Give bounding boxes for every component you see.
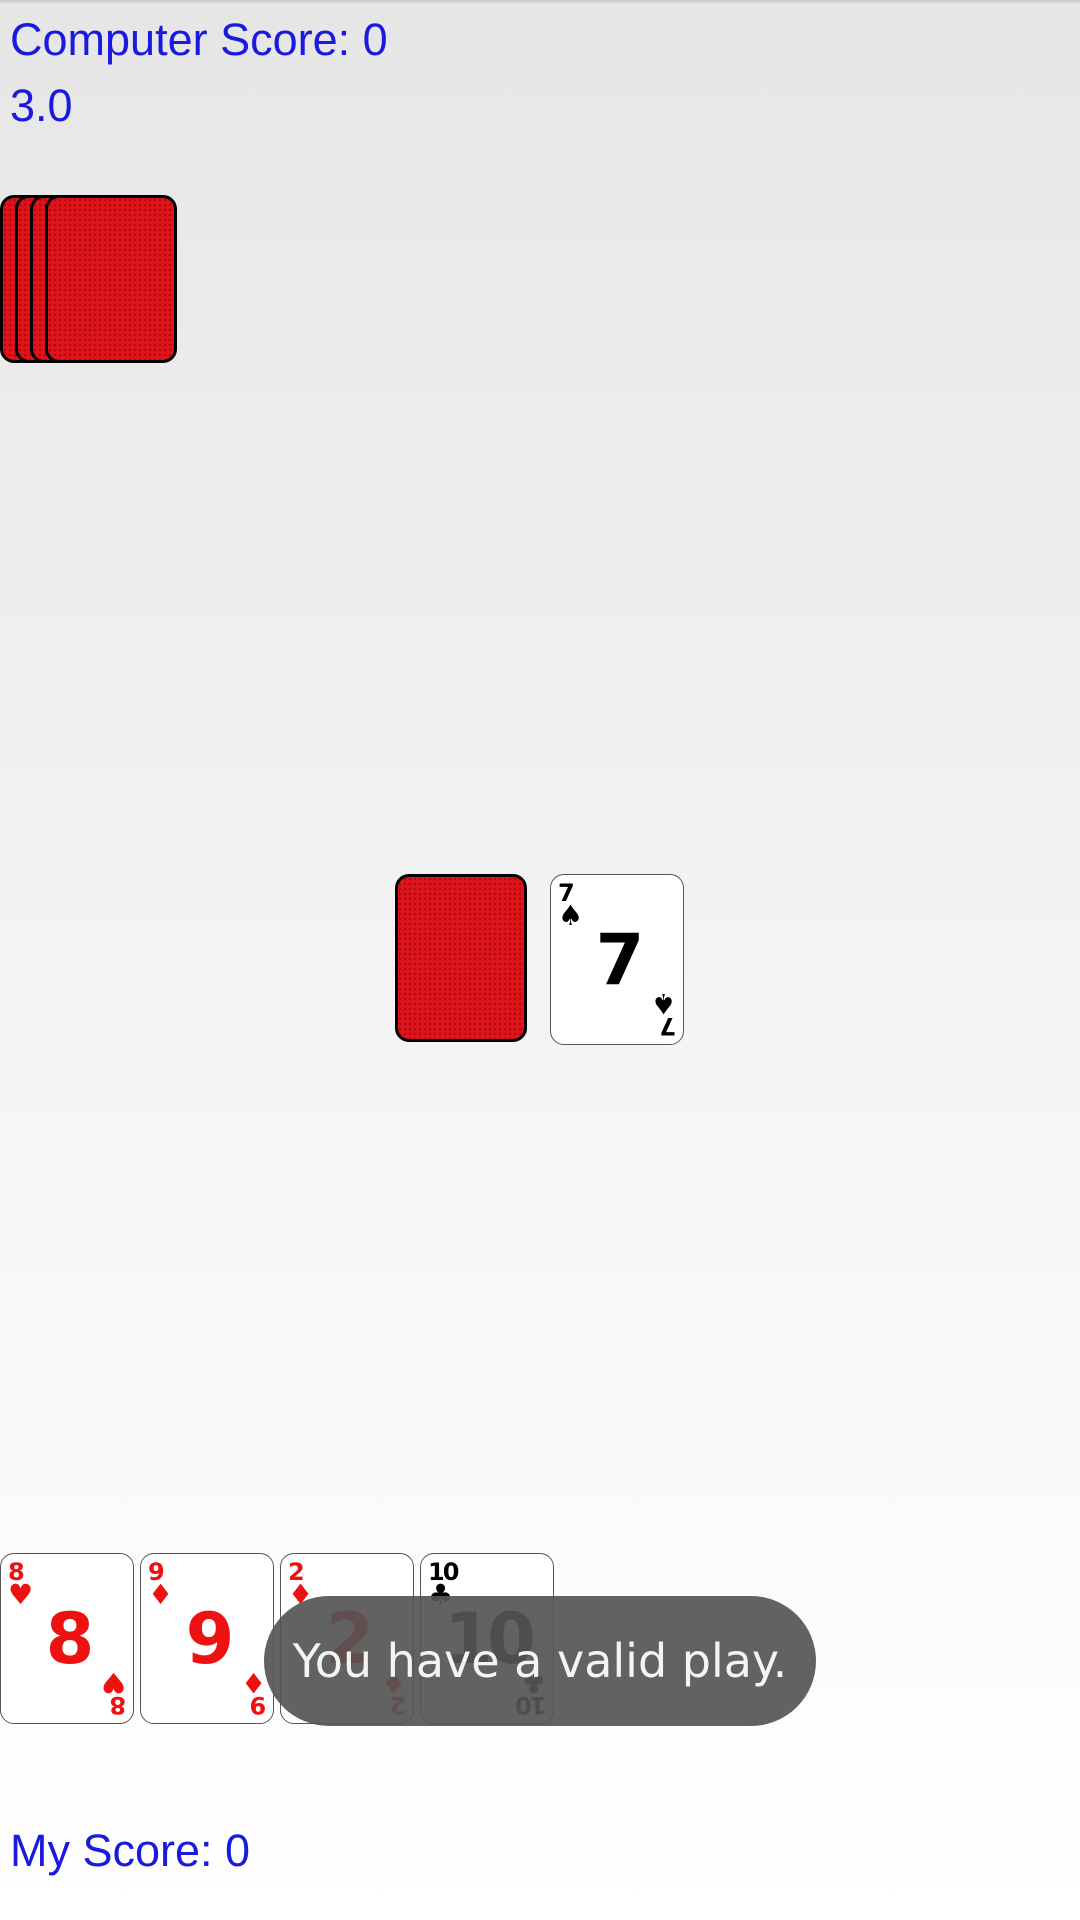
card-corner-top: 8 ♥ bbox=[8, 1558, 34, 1611]
status-shadow bbox=[0, 0, 1080, 4]
player-card[interactable]: 8 ♥ 8 8 ♥ bbox=[0, 1553, 134, 1724]
my-score: My Score: 0 bbox=[10, 1825, 251, 1876]
computer-card-back bbox=[45, 195, 177, 363]
toast-message: You have a valid play. bbox=[264, 1596, 816, 1726]
card-corner-bottom: 8 ♥ bbox=[100, 1666, 126, 1719]
draw-pile[interactable] bbox=[395, 874, 527, 1042]
player-card[interactable]: 9 ♦ 9 9 ♦ bbox=[140, 1553, 274, 1724]
computer-score: Computer Score: 0 bbox=[10, 14, 388, 65]
round-value: 3.0 bbox=[10, 80, 73, 131]
card-corner-top: 9 ♦ bbox=[148, 1558, 174, 1611]
card-corner-top: 7 ♠ bbox=[558, 879, 584, 932]
card-corner-bottom: 7 ♠ bbox=[650, 987, 676, 1040]
card-corner-bottom: 9 ♦ bbox=[240, 1666, 266, 1719]
card-center-rank: 7 bbox=[595, 919, 645, 1001]
card-center-rank: 8 bbox=[45, 1598, 95, 1680]
card-center-rank: 9 bbox=[185, 1598, 235, 1680]
discard-card: 7 ♠ 7 7 ♠ bbox=[550, 874, 684, 1045]
